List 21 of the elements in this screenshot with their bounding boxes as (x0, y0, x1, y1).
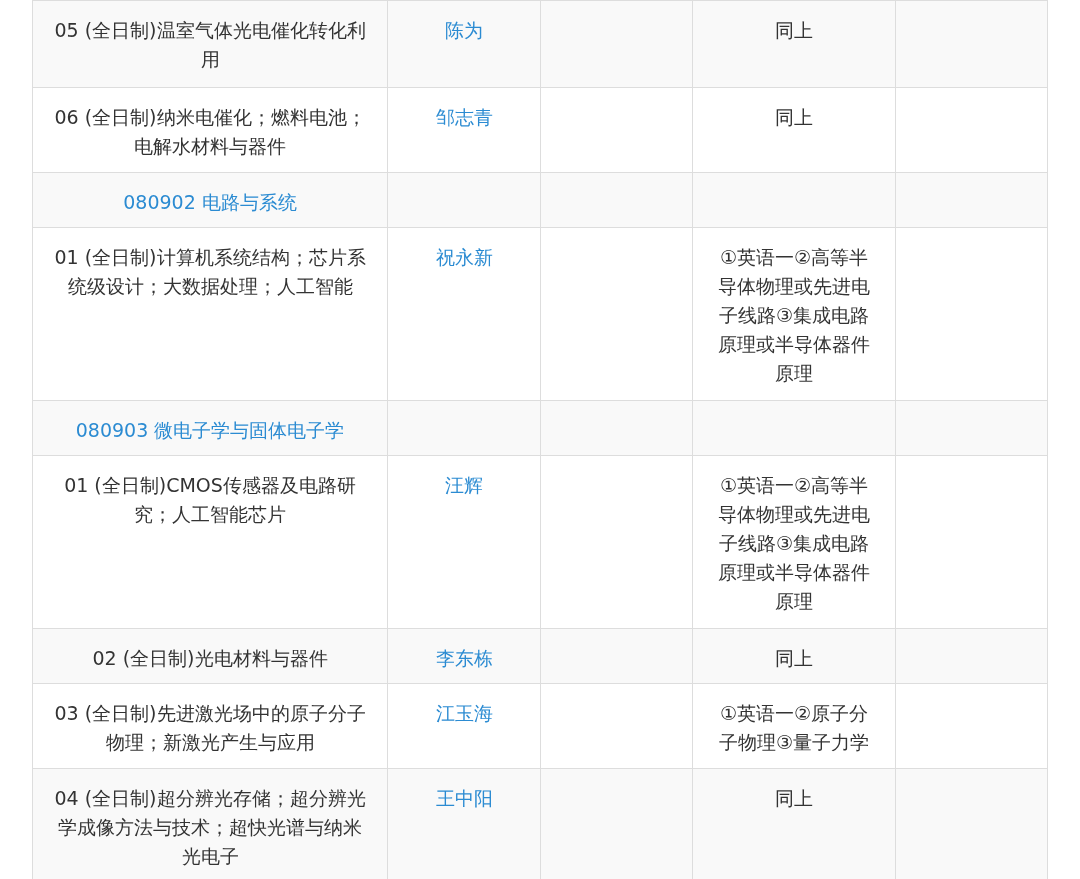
exam-subjects: ①英语一②原子分子物理③量子力学 (717, 701, 870, 755)
advisor-link[interactable]: 陈为 (445, 16, 483, 45)
exam-subjects: ①英语一②高等半导体物理或先进电子线路③集成电路原理或半导体器件原理 (717, 473, 871, 614)
research-direction: 04 (全日制)超分辨光存储；超分辨光学成像方法与技术；超快光谱与纳米光电子 (53, 786, 367, 869)
exam-subjects: 同上 (775, 18, 813, 43)
exam-subjects: ①英语一②高等半导体物理或先进电子线路③集成电路原理或半导体器件原理 (717, 245, 871, 386)
research-direction: 02 (全日制)光电材料与器件 (92, 646, 328, 671)
exam-subjects: 同上 (775, 786, 813, 811)
advisor-link[interactable]: 李东栋 (435, 644, 493, 673)
research-direction: 01 (全日制)计算机系统结构；芯片系统级设计；大数据处理；人工智能 (53, 245, 367, 299)
exam-subjects: 同上 (775, 105, 813, 130)
research-direction: 05 (全日制)温室气体光电催化转化利用 (53, 18, 367, 72)
advisor-link[interactable]: 祝永新 (435, 243, 493, 272)
advisor-link[interactable]: 汪辉 (445, 471, 483, 500)
research-direction: 01 (全日制)CMOS传感器及电路研究；人工智能芯片 (63, 473, 357, 527)
research-direction: 03 (全日制)先进激光场中的原子分子物理；新激光产生与应用 (53, 701, 367, 755)
exam-subjects: 同上 (775, 646, 813, 671)
advisor-link[interactable]: 江玉海 (435, 699, 493, 728)
advisor-link[interactable]: 王中阳 (435, 784, 493, 813)
advisor-link[interactable]: 邹志青 (435, 103, 493, 132)
research-direction: 06 (全日制)纳米电催化；燃料电池；电解水材料与器件 (53, 105, 367, 159)
